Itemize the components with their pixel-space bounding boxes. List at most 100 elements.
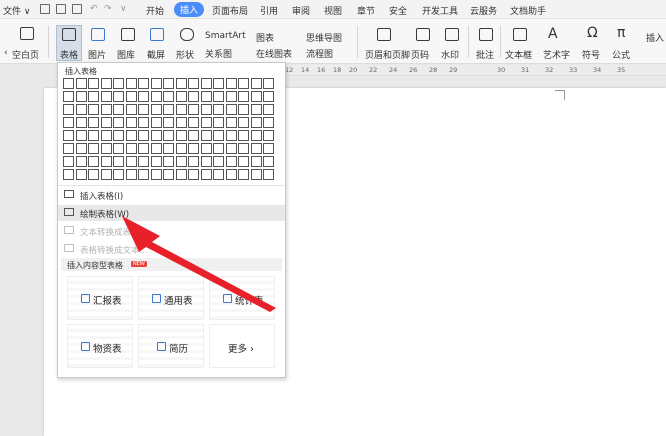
table-grid-cell[interactable] <box>250 78 262 89</box>
gallery-button[interactable]: 图库 <box>117 48 135 61</box>
table-grid-cell[interactable] <box>75 78 87 89</box>
table-grid-cell[interactable] <box>63 78 74 89</box>
table-grid-cell[interactable] <box>100 130 112 141</box>
table-grid-cell[interactable] <box>188 156 199 167</box>
table-grid-cell[interactable] <box>175 91 187 102</box>
flowchart-button[interactable]: 流程图 <box>306 47 333 60</box>
table-grid-cell[interactable] <box>263 156 274 167</box>
table-grid-cell[interactable] <box>63 130 74 141</box>
table-grid-cell[interactable] <box>225 91 237 102</box>
table-grid-cell[interactable] <box>150 130 162 141</box>
table-grid-cell[interactable] <box>163 156 174 167</box>
quick-access-more-icon[interactable]: ∨ <box>120 4 127 14</box>
insert-more-button[interactable]: 插入 <box>646 31 664 44</box>
table-grid-cell[interactable] <box>188 143 199 154</box>
page-number-button[interactable]: 页码 <box>411 48 429 61</box>
header-footer-button[interactable]: 页眉和页脚 <box>365 48 410 61</box>
table-grid-cell[interactable] <box>263 91 274 102</box>
save-icon[interactable] <box>40 4 50 14</box>
table-grid-cell[interactable] <box>175 143 187 154</box>
table-grid-cell[interactable] <box>250 130 262 141</box>
table-grid-cell[interactable] <box>113 156 124 167</box>
table-grid-cell[interactable] <box>138 156 149 167</box>
table-grid-cell[interactable] <box>213 117 224 128</box>
table-grid-cell[interactable] <box>250 169 262 180</box>
table-grid-cell[interactable] <box>63 156 74 167</box>
table-grid-cell[interactable] <box>125 143 137 154</box>
table-grid-cell[interactable] <box>138 130 149 141</box>
table-grid-cell[interactable] <box>113 130 124 141</box>
table-grid-cell[interactable] <box>75 169 87 180</box>
table-grid-cell[interactable] <box>125 104 137 115</box>
draw-table-item[interactable]: 绘制表格(W) <box>58 205 285 221</box>
table-grid-cell[interactable] <box>213 169 224 180</box>
table-grid-cell[interactable] <box>88 130 99 141</box>
table-grid-cell[interactable] <box>263 130 274 141</box>
screenshot-button[interactable]: 截屏 <box>147 48 165 61</box>
table-grid-cell[interactable] <box>63 169 74 180</box>
table-grid-cell[interactable] <box>163 130 174 141</box>
table-grid-cell[interactable] <box>175 156 187 167</box>
table-grid-cell[interactable] <box>213 130 224 141</box>
table-grid-cell[interactable] <box>163 78 174 89</box>
table-grid-cell[interactable] <box>200 169 212 180</box>
table-grid-cell[interactable] <box>75 156 87 167</box>
table-grid-cell[interactable] <box>88 117 99 128</box>
table-grid-cell[interactable] <box>138 143 149 154</box>
mindmap-button[interactable]: 思维导图 <box>306 31 342 44</box>
table-grid-cell[interactable] <box>188 117 199 128</box>
table-grid-cell[interactable] <box>263 78 274 89</box>
comment-button[interactable]: 批注 <box>476 48 494 61</box>
table-grid-cell[interactable] <box>75 91 87 102</box>
formula-button[interactable]: 公式 <box>612 48 630 61</box>
table-grid-cell[interactable] <box>163 117 174 128</box>
table-grid-cell[interactable] <box>125 117 137 128</box>
tab-chapter[interactable]: 章节 <box>357 4 375 17</box>
table-grid-cell[interactable] <box>138 104 149 115</box>
table-grid-cell[interactable] <box>200 104 212 115</box>
table-grid-cell[interactable] <box>63 91 74 102</box>
relation-chart-button[interactable]: 关系图 <box>205 47 232 60</box>
table-grid-cell[interactable] <box>138 169 149 180</box>
table-grid-cell[interactable] <box>225 143 237 154</box>
table-grid-cell[interactable] <box>250 91 262 102</box>
table-grid-cell[interactable] <box>163 91 174 102</box>
picture-button[interactable]: 图片 <box>88 48 106 61</box>
watermark-button[interactable]: 水印 <box>441 48 459 61</box>
table-grid-cell[interactable] <box>150 91 162 102</box>
table-grid-cell[interactable] <box>150 169 162 180</box>
table-grid-cell[interactable] <box>163 169 174 180</box>
tab-doc-assistant[interactable]: 文档助手 <box>510 4 546 17</box>
table-grid-cell[interactable] <box>238 130 249 141</box>
online-chart-button[interactable]: 在线图表 <box>256 47 292 60</box>
tab-start[interactable]: 开始 <box>146 4 164 17</box>
table-grid-cell[interactable] <box>175 117 187 128</box>
tab-cloud[interactable]: 云服务 <box>470 4 497 17</box>
table-grid-cell[interactable] <box>213 78 224 89</box>
table-grid-cell[interactable] <box>100 169 112 180</box>
resume-card[interactable]: 简历 <box>138 324 204 368</box>
table-grid-cell[interactable] <box>100 117 112 128</box>
shape-button[interactable]: 形状 <box>176 48 194 61</box>
table-grid-cell[interactable] <box>225 117 237 128</box>
table-grid-cell[interactable] <box>175 78 187 89</box>
table-grid-cell[interactable] <box>150 104 162 115</box>
table-grid-cell[interactable] <box>200 91 212 102</box>
table-grid-cell[interactable] <box>163 104 174 115</box>
table-grid-cell[interactable] <box>88 143 99 154</box>
table-grid-cell[interactable] <box>88 169 99 180</box>
table-grid-cell[interactable] <box>113 143 124 154</box>
table-grid-cell[interactable] <box>250 143 262 154</box>
table-grid-cell[interactable] <box>113 78 124 89</box>
table-grid-cell[interactable] <box>125 78 137 89</box>
table-grid-cell[interactable] <box>175 169 187 180</box>
table-grid-cell[interactable] <box>225 156 237 167</box>
table-grid-cell[interactable] <box>225 130 237 141</box>
table-grid-cell[interactable] <box>263 117 274 128</box>
table-size-grid[interactable] <box>62 77 275 181</box>
smartart-button[interactable]: SmartArt <box>205 31 246 41</box>
blank-page-button[interactable]: 空白页 <box>12 48 39 61</box>
preview-icon[interactable] <box>72 4 82 14</box>
table-grid-cell[interactable] <box>200 78 212 89</box>
table-grid-cell[interactable] <box>88 91 99 102</box>
